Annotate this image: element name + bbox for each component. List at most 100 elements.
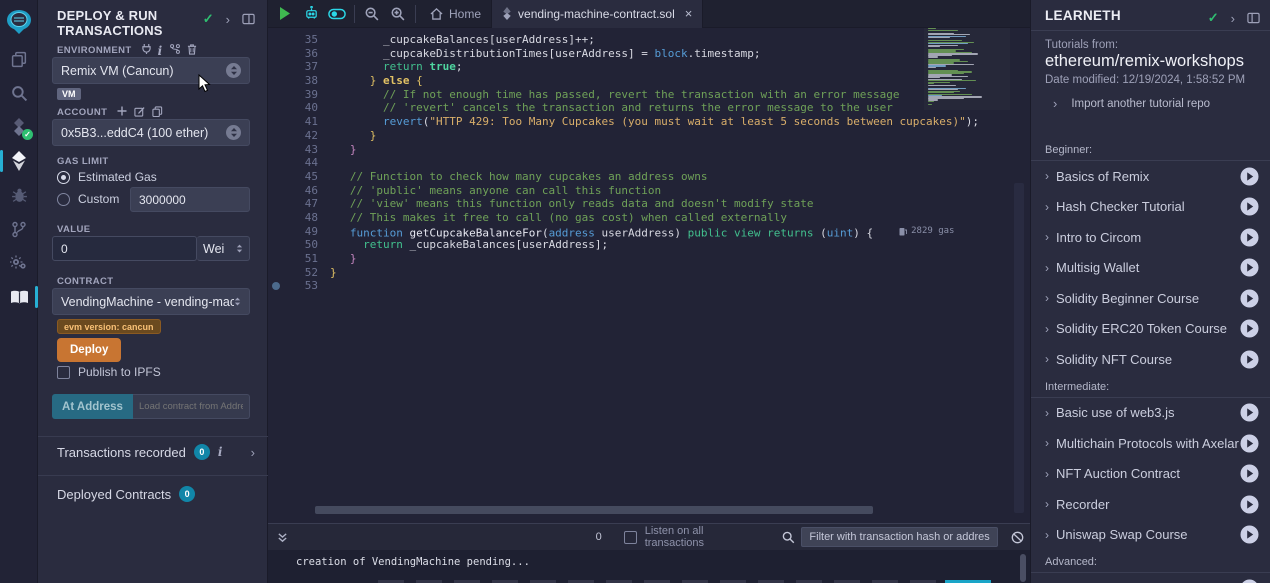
at-address-button[interactable]: At Address	[52, 394, 133, 419]
terminal-filter-input[interactable]	[801, 527, 998, 547]
terminal-vscrollbar[interactable]	[1020, 554, 1026, 582]
learneth-forward-icon[interactable]: ›	[1231, 11, 1235, 26]
code-line[interactable]: 37 return true;	[268, 60, 908, 74]
breakpoint-gutter[interactable]	[268, 238, 284, 252]
course-item[interactable]: ›Hash Checker Tutorial	[1031, 192, 1270, 223]
editor-vscrollbar[interactable]	[1014, 183, 1024, 513]
course-item[interactable]: ›Multisig Wallet	[1031, 253, 1270, 284]
radio-selected-icon[interactable]	[57, 171, 70, 184]
trash-icon[interactable]	[187, 44, 197, 55]
code-line[interactable]: 41 revert("HTTP 429: Too Many Cupcakes (…	[268, 115, 908, 129]
deployed-contracts-row[interactable]: Deployed Contracts 0	[57, 486, 195, 502]
learneth-icon[interactable]	[0, 282, 38, 312]
value-unit-select[interactable]: Wei	[197, 236, 250, 261]
deploy-and-run-icon[interactable]	[0, 146, 38, 176]
start-course-play-icon[interactable]	[1240, 289, 1259, 308]
listen-checkbox[interactable]	[624, 531, 637, 544]
code-line[interactable]: 40 // 'revert' cancels the transaction a…	[268, 101, 908, 115]
breakpoint-gutter[interactable]	[268, 252, 284, 266]
code-line[interactable]: 51 }	[268, 252, 908, 266]
plug-icon[interactable]	[142, 44, 151, 54]
breakpoint-gutter[interactable]	[268, 225, 284, 239]
solidity-compiler-icon[interactable]: ✓	[0, 112, 38, 142]
code-line[interactable]: 39 // If not enough time has passed, rev…	[268, 88, 908, 102]
git-icon[interactable]	[0, 214, 38, 244]
settings-icon[interactable]	[0, 248, 38, 278]
course-item[interactable]: ›All about Proxy Contracts	[1031, 573, 1270, 583]
panel-forward-icon[interactable]: ›	[226, 12, 230, 27]
contract-select[interactable]: VendingMachine - vending-machin	[52, 288, 250, 315]
add-account-icon[interactable]	[117, 106, 127, 116]
transactions-info-icon[interactable]: i	[218, 445, 223, 459]
breakpoint-gutter[interactable]	[268, 211, 284, 225]
code-line[interactable]: 49 function getCupcakeBalanceFor(address…	[268, 225, 908, 239]
run-script-icon[interactable]	[272, 7, 298, 20]
value-input[interactable]	[52, 236, 197, 261]
start-course-play-icon[interactable]	[1240, 579, 1259, 583]
breakpoint-gutter[interactable]	[268, 129, 284, 143]
terminal-collapse-icon[interactable]	[270, 532, 296, 543]
code-editor[interactable]: 35 _cupcakeBalances[userAddress]++;36 _c…	[268, 28, 1030, 515]
start-course-play-icon[interactable]	[1240, 495, 1259, 514]
start-course-play-icon[interactable]	[1240, 525, 1259, 544]
tab-home[interactable]: Home	[420, 0, 491, 28]
start-course-play-icon[interactable]	[1240, 228, 1259, 247]
code-line[interactable]: 45 // Function to check how many cupcake…	[268, 170, 908, 184]
course-item[interactable]: ›Intro to Circom	[1031, 222, 1270, 253]
copilot-toggle-icon[interactable]	[324, 8, 350, 20]
course-item[interactable]: ›Basics of Remix	[1031, 161, 1270, 192]
ipfs-checkbox[interactable]	[57, 366, 70, 379]
code-line[interactable]: 47 // 'view' means this function only re…	[268, 197, 908, 211]
transactions-recorded-row[interactable]: Transactions recorded 0 i ›	[57, 444, 255, 460]
import-tutorial-repo[interactable]: › Import another tutorial repo	[1053, 96, 1210, 111]
start-course-play-icon[interactable]	[1240, 319, 1259, 338]
course-item[interactable]: ›NFT Auction Contract	[1031, 459, 1270, 490]
start-course-play-icon[interactable]	[1240, 197, 1259, 216]
course-item[interactable]: ›Uniswap Swap Course	[1031, 520, 1270, 551]
start-course-play-icon[interactable]	[1240, 403, 1259, 422]
breakpoint-gutter[interactable]	[268, 88, 284, 102]
breakpoint-gutter[interactable]	[268, 266, 284, 280]
code-line[interactable]: 44	[268, 156, 908, 170]
code-line[interactable]: 38 } else {	[268, 74, 908, 88]
start-course-play-icon[interactable]	[1240, 350, 1259, 369]
breakpoint-gutter[interactable]	[268, 101, 284, 115]
zoom-in-icon[interactable]	[385, 7, 411, 21]
at-address-input[interactable]	[133, 394, 250, 419]
code-line[interactable]: 43 }	[268, 143, 908, 157]
custom-gas-input[interactable]	[130, 187, 250, 212]
environment-info-icon[interactable]: i	[158, 44, 163, 58]
breakpoint-gutter[interactable]	[268, 156, 284, 170]
estimated-gas-radio[interactable]: Estimated Gas	[57, 170, 157, 184]
panel-layout-icon[interactable]	[242, 13, 255, 25]
start-course-play-icon[interactable]	[1240, 434, 1259, 453]
code-line[interactable]: 42 }	[268, 129, 908, 143]
publish-ipfs-row[interactable]: Publish to IPFS	[57, 365, 161, 379]
clear-terminal-icon[interactable]	[1004, 531, 1030, 544]
fork-icon[interactable]	[170, 44, 180, 54]
code-line[interactable]: 35 _cupcakeBalances[userAddress]++;	[268, 33, 908, 47]
copy-account-icon[interactable]	[152, 106, 163, 117]
edit-account-icon[interactable]	[134, 106, 145, 117]
code-line[interactable]: 53	[268, 279, 908, 293]
breakpoint-gutter[interactable]	[268, 184, 284, 198]
custom-gas-radio[interactable]: Custom	[57, 192, 119, 206]
terminal-search-icon[interactable]	[776, 531, 802, 544]
ai-assistant-icon[interactable]	[298, 6, 324, 21]
course-item[interactable]: ›Basic use of web3.js	[1031, 398, 1270, 429]
course-item[interactable]: ›Multichain Protocols with Axelar	[1031, 428, 1270, 459]
remix-logo-icon[interactable]	[0, 4, 38, 40]
code-line[interactable]: 50 return _cupcakeBalances[userAddress];	[268, 238, 908, 252]
breakpoint-gutter[interactable]	[268, 60, 284, 74]
search-icon[interactable]	[0, 78, 38, 108]
course-item[interactable]: ›Solidity ERC20 Token Course	[1031, 314, 1270, 345]
file-explorer-icon[interactable]	[0, 44, 38, 74]
zoom-out-icon[interactable]	[359, 7, 385, 21]
breakpoint-gutter[interactable]	[268, 33, 284, 47]
code-line[interactable]: 52}	[268, 266, 908, 280]
account-select[interactable]: 0x5B3...eddC4 (100 ether)	[52, 119, 250, 146]
breakpoint-gutter[interactable]	[268, 170, 284, 184]
course-item[interactable]: ›Solidity NFT Course	[1031, 344, 1270, 375]
course-item[interactable]: ›Recorder	[1031, 489, 1270, 520]
code-line[interactable]: 36 _cupcakeDistributionTimes[userAddress…	[268, 47, 908, 61]
